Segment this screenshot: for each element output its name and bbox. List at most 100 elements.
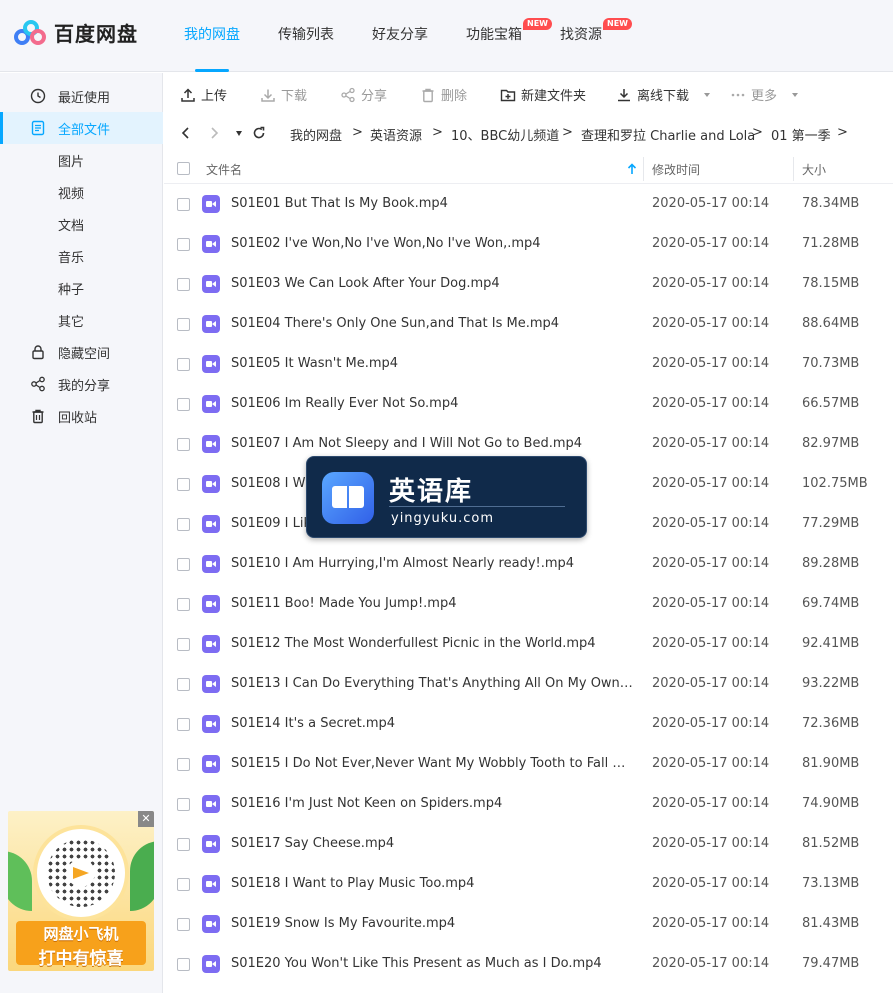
- file-name[interactable]: S01E14 It's a Secret.mp4: [231, 716, 633, 731]
- file-name[interactable]: S01E12 The Most Wonderfullest Picnic in …: [231, 636, 633, 651]
- file-name[interactable]: S01E17 Say Cheese.mp4: [231, 836, 633, 851]
- file-name[interactable]: S01E06 Im Really Ever Not So.mp4: [231, 396, 633, 411]
- nav-friend-share[interactable]: 好友分享: [372, 24, 428, 72]
- file-name[interactable]: S01E11 Boo! Made You Jump!.mp4: [231, 596, 633, 611]
- sidebar-item-videos[interactable]: 视频: [0, 176, 163, 208]
- row-checkbox[interactable]: [177, 838, 190, 851]
- row-checkbox[interactable]: [177, 638, 190, 651]
- table-row[interactable]: S01E10 I Am Hurrying,I'm Almost Nearly r…: [164, 544, 893, 584]
- file-name[interactable]: S01E02 I've Won,No I've Won,No I've Won,…: [231, 236, 633, 251]
- file-name[interactable]: S01E15 I Do Not Ever,Never Want My Wobbl…: [231, 756, 633, 771]
- breadcrumb-item[interactable]: 10、BBC幼儿频道: [451, 125, 559, 144]
- video-file-icon: [202, 675, 220, 693]
- file-name[interactable]: S01E10 I Am Hurrying,I'm Almost Nearly r…: [231, 556, 633, 571]
- row-checkbox[interactable]: [177, 238, 190, 251]
- sort-ascending-icon[interactable]: [627, 163, 637, 175]
- file-name[interactable]: S01E20 You Won't Like This Present as Mu…: [231, 956, 633, 971]
- table-row[interactable]: S01E16 I'm Just Not Keen on Spiders.mp4 2…: [164, 784, 893, 824]
- app-logo[interactable]: 百度网盘: [14, 18, 138, 47]
- file-name[interactable]: S01E07 I Am Not Sleepy and I Will Not Go…: [231, 436, 633, 451]
- forward-arrow-icon[interactable]: [207, 126, 221, 140]
- column-header-size[interactable]: 大小: [802, 161, 826, 178]
- button-label: 下载: [281, 89, 308, 104]
- file-name[interactable]: S01E19 Snow Is My Favourite.mp4: [231, 916, 633, 931]
- table-row[interactable]: S01E01 But That Is My Book.mp4 2020-05-17…: [164, 184, 893, 224]
- upload-button[interactable]: 上传: [180, 85, 227, 104]
- table-row[interactable]: S01E04 There's Only One Sun,and That Is …: [164, 304, 893, 344]
- row-checkbox[interactable]: [177, 278, 190, 291]
- refresh-icon[interactable]: [252, 126, 266, 140]
- row-checkbox[interactable]: [177, 398, 190, 411]
- file-name[interactable]: S01E03 We Can Look After Your Dog.mp4: [231, 276, 633, 291]
- table-row[interactable]: S01E13 I Can Do Everything That's Anythi…: [164, 664, 893, 704]
- table-row[interactable]: S01E06 Im Really Ever Not So.mp4 2020-05-…: [164, 384, 893, 424]
- offline-download-button[interactable]: 离线下载: [616, 85, 711, 104]
- row-checkbox[interactable]: [177, 878, 190, 891]
- row-checkbox[interactable]: [177, 678, 190, 691]
- table-row[interactable]: S01E02 I've Won,No I've Won,No I've Won,…: [164, 224, 893, 264]
- table-row[interactable]: S01E12 The Most Wonderfullest Picnic in …: [164, 624, 893, 664]
- file-name[interactable]: S01E16 I'm Just Not Keen on Spiders.mp4: [231, 796, 633, 811]
- ad-close-button[interactable]: ✕: [138, 811, 154, 827]
- table-row[interactable]: S01E15 I Do Not Ever,Never Want My Wobbl…: [164, 744, 893, 784]
- row-checkbox[interactable]: [177, 958, 190, 971]
- table-row[interactable]: S01E19 Snow Is My Favourite.mp4 2020-05-1…: [164, 904, 893, 944]
- table-row[interactable]: S01E17 Say Cheese.mp4 2020-05-17 00:14 81.…: [164, 824, 893, 864]
- sidebar-item-others[interactable]: 其它: [0, 304, 163, 336]
- back-arrow-icon[interactable]: [179, 126, 193, 140]
- breadcrumb-item[interactable]: 01 第一季: [771, 125, 831, 144]
- row-checkbox[interactable]: [177, 758, 190, 771]
- sidebar-item-music[interactable]: 音乐: [0, 240, 163, 272]
- new-badge: NEW: [603, 18, 632, 30]
- table-row[interactable]: S01E05 It Wasn't Me.mp4 2020-05-17 00:14 7…: [164, 344, 893, 384]
- row-checkbox[interactable]: [177, 358, 190, 371]
- table-row[interactable]: S01E18 I Want to Play Music Too.mp4 2020-…: [164, 864, 893, 904]
- sidebar-item-recycle-bin[interactable]: 回收站: [0, 400, 163, 432]
- share-button[interactable]: 分享: [340, 85, 387, 104]
- table-row[interactable]: S01E14 It's a Secret.mp4 2020-05-17 00:14…: [164, 704, 893, 744]
- nav-transfer-list[interactable]: 传输列表: [278, 24, 334, 72]
- breadcrumb-item[interactable]: 英语资源: [370, 125, 422, 144]
- row-checkbox[interactable]: [177, 558, 190, 571]
- row-checkbox[interactable]: [177, 518, 190, 531]
- column-header-name[interactable]: 文件名: [206, 161, 242, 178]
- file-name[interactable]: S01E13 I Can Do Everything That's Anythi…: [231, 676, 633, 691]
- history-dropdown-icon[interactable]: [236, 131, 242, 136]
- more-button[interactable]: 更多: [730, 85, 799, 104]
- row-checkbox[interactable]: [177, 478, 190, 491]
- table-row[interactable]: S01E20 You Won't Like This Present as Mu…: [164, 944, 893, 984]
- sidebar-item-recent[interactable]: 最近使用: [0, 80, 163, 112]
- column-header-modified[interactable]: 修改时间: [652, 161, 700, 178]
- row-checkbox[interactable]: [177, 198, 190, 211]
- sidebar-item-images[interactable]: 图片: [0, 144, 163, 176]
- promo-ad[interactable]: 网盘小飞机 打中有惊喜 ✕: [8, 811, 154, 971]
- nav-feature-box[interactable]: 功能宝箱 NEW: [466, 18, 552, 72]
- row-checkbox[interactable]: [177, 718, 190, 731]
- breadcrumb-item[interactable]: 我的网盘: [290, 125, 342, 144]
- row-checkbox[interactable]: [177, 918, 190, 931]
- select-all-checkbox[interactable]: [177, 162, 190, 175]
- sidebar-item-documents[interactable]: 文档: [0, 208, 163, 240]
- delete-button[interactable]: 删除: [420, 85, 467, 104]
- breadcrumb-item[interactable]: 查理和罗拉 Charlie and Lola: [581, 125, 755, 144]
- row-checkbox[interactable]: [177, 438, 190, 451]
- download-button[interactable]: 下载: [260, 85, 307, 104]
- sidebar-item-all-files[interactable]: 全部文件: [0, 112, 163, 144]
- table-row[interactable]: S01E11 Boo! Made You Jump!.mp4 2020-05-17…: [164, 584, 893, 624]
- row-checkbox[interactable]: [177, 798, 190, 811]
- file-name[interactable]: S01E01 But That Is My Book.mp4: [231, 196, 633, 211]
- row-checkbox[interactable]: [177, 318, 190, 331]
- new-folder-button[interactable]: 新建文件夹: [500, 85, 586, 104]
- column-divider[interactable]: [793, 157, 794, 181]
- row-checkbox[interactable]: [177, 598, 190, 611]
- file-name[interactable]: S01E18 I Want to Play Music Too.mp4: [231, 876, 633, 891]
- table-row[interactable]: S01E03 We Can Look After Your Dog.mp4 202…: [164, 264, 893, 304]
- file-name[interactable]: S01E05 It Wasn't Me.mp4: [231, 356, 633, 371]
- file-name[interactable]: S01E04 There's Only One Sun,and That Is …: [231, 316, 633, 331]
- sidebar-item-torrents[interactable]: 种子: [0, 272, 163, 304]
- sidebar-item-hidden-space[interactable]: 隐藏空间: [0, 336, 163, 368]
- sidebar-item-my-shares[interactable]: 我的分享: [0, 368, 163, 400]
- nav-my-netdisk[interactable]: 我的网盘: [184, 24, 240, 72]
- column-divider[interactable]: [643, 157, 644, 181]
- nav-find-resources[interactable]: 找资源 NEW: [560, 18, 632, 72]
